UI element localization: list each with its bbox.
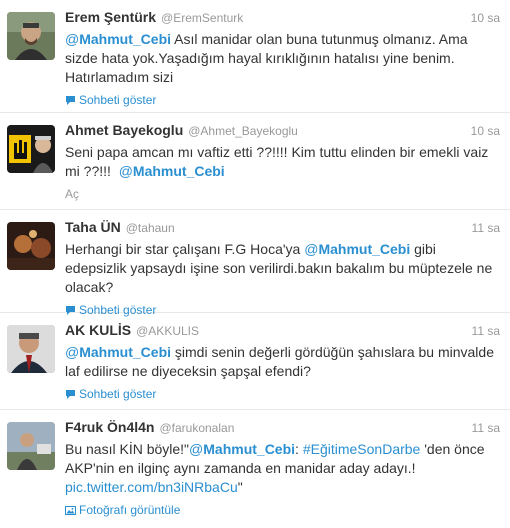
tweet-text-end: ": [237, 479, 243, 495]
tweet-username[interactable]: @farukonalan: [159, 421, 234, 435]
hashtag-link[interactable]: #EğitimeSonDarbe: [303, 441, 421, 457]
tweet-fullname[interactable]: Erem Şentürk: [65, 9, 156, 25]
tweet-fullname[interactable]: F4ruk Ön4l4n: [65, 419, 154, 435]
mention-at: @: [118, 163, 133, 179]
tweet-timestamp[interactable]: 11 sa: [472, 421, 500, 435]
show-conversation-button[interactable]: Sohbeti göster: [65, 93, 500, 107]
tweet-username[interactable]: @tahaun: [126, 221, 175, 235]
tweet-item[interactable]: AK KULİS @AKKULIS 11 sa @Mahmut_Cebi şim…: [0, 313, 510, 410]
mention-at: @: [65, 344, 80, 360]
tweet-item[interactable]: Erem Şentürk @EremSenturk 10 sa @Mahmut_…: [0, 0, 510, 113]
tweet-timestamp[interactable]: 10 sa: [471, 124, 500, 138]
tweet-timestamp[interactable]: 10 sa: [471, 11, 500, 25]
conversation-icon: [65, 95, 76, 106]
tweet-fullname[interactable]: Ahmet Bayekoglu: [65, 122, 183, 138]
mention-link[interactable]: @Mahmut_Cebi: [304, 241, 410, 257]
tweet-text: Herhangi bir star çalışanı F.G Hoca'ya @…: [65, 240, 495, 297]
tweet-text: @Mahmut_Cebi şimdi senin değerli gördüğü…: [65, 343, 495, 381]
mention-name: Mahmut_Cebi: [318, 241, 411, 257]
tweet-item[interactable]: Taha ÜN @tahaun 11 sa Herhangi bir star …: [0, 210, 510, 317]
action-label: Fotoğrafı görüntüle: [79, 503, 181, 517]
mention-name: Mahmut_Cebi: [203, 441, 296, 457]
avatar[interactable]: [7, 222, 55, 270]
mention-at: @: [189, 441, 204, 457]
action-label: Aç: [65, 187, 80, 201]
photo-link[interactable]: pic.twitter.com/bn3iNRbaCu: [65, 479, 238, 495]
mention-name: Mahmut_Cebi: [79, 344, 172, 360]
expand-button[interactable]: Aç: [65, 187, 500, 201]
mention-link[interactable]: @Mahmut_Cebi: [65, 344, 171, 360]
tweet-username[interactable]: @EremSenturk: [161, 11, 243, 25]
mention-name: Mahmut_Cebi: [79, 31, 172, 47]
mention-link[interactable]: @Mahmut_Cebi: [119, 163, 225, 179]
tweet-timestamp[interactable]: 11 sa: [472, 324, 500, 338]
tweet-text-before: Herhangi bir star çalışanı F.G Hoca'ya: [65, 241, 305, 257]
photo-icon: [65, 505, 76, 516]
tweet-item[interactable]: F4ruk Ön4l4n @farukonalan 11 sa Bu nasıl…: [0, 410, 510, 528]
mention-at: @: [304, 241, 319, 257]
mention-link[interactable]: @Mahmut_Cebi: [65, 31, 171, 47]
tweet-username[interactable]: @AKKULIS: [136, 324, 199, 338]
tweet-username[interactable]: @Ahmet_Bayekoglu: [188, 124, 298, 138]
mention-at: @: [65, 31, 80, 47]
action-label: Sohbeti göster: [79, 387, 157, 401]
tweet-text: Bu nasıl KİN böyle!"@Mahmut_Cebi: #Eğiti…: [65, 440, 495, 497]
tweet-timestamp[interactable]: 11 sa: [472, 221, 500, 235]
mention-link[interactable]: @Mahmut_Cebi: [189, 441, 295, 457]
tweet-fullname[interactable]: AK KULİS: [65, 322, 131, 338]
tweet-text-before: Bu nasıl KİN böyle!": [65, 441, 190, 457]
avatar[interactable]: [7, 325, 55, 373]
avatar[interactable]: [7, 12, 55, 60]
tweet-fullname[interactable]: Taha ÜN: [65, 219, 121, 235]
tweet-text-mid: :: [295, 441, 303, 457]
mention-name: Mahmut_Cebi: [132, 163, 225, 179]
avatar[interactable]: [7, 125, 55, 173]
show-conversation-button[interactable]: Sohbeti göster: [65, 387, 500, 401]
avatar[interactable]: [7, 422, 55, 470]
tweet-item[interactable]: Ahmet Bayekoglu @Ahmet_Bayekoglu 10 sa S…: [0, 113, 510, 210]
tweet-text: @Mahmut_Cebi Asıl manidar olan buna tutu…: [65, 30, 495, 87]
tweet-text: Seni papa amcan mı vaftiz etti ??!!!! Ki…: [65, 143, 495, 181]
tweet-timeline: Erem Şentürk @EremSenturk 10 sa @Mahmut_…: [0, 0, 510, 528]
conversation-icon: [65, 389, 76, 400]
view-photo-button[interactable]: Fotoğrafı görüntüle: [65, 503, 500, 517]
action-label: Sohbeti göster: [79, 93, 157, 107]
